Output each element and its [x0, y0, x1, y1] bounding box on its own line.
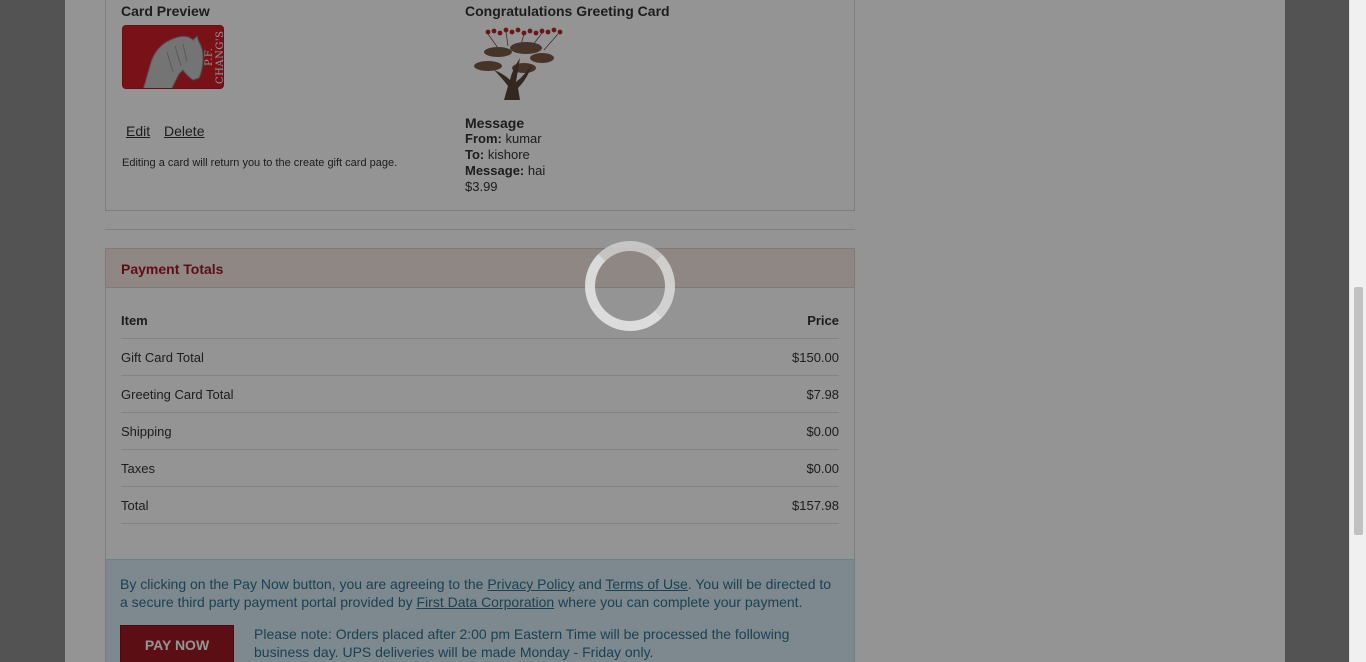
- privacy-policy-link[interactable]: Privacy Policy: [487, 576, 574, 592]
- from-label: From:: [465, 131, 502, 146]
- card-brand-text: P.F. CHANG'S: [204, 30, 224, 84]
- greeting-card-title: Congratulations Greeting Card: [465, 3, 670, 19]
- table-row: Shipping $0.00: [121, 413, 839, 450]
- from-value: kumar: [505, 131, 542, 146]
- gift-card-image: P.F. CHANG'S: [122, 25, 224, 89]
- table-row: Total $157.98: [121, 487, 839, 524]
- payment-totals-header: Payment Totals: [105, 248, 855, 288]
- table-row: Gift Card Total $150.00: [121, 339, 839, 376]
- greeting-card-price: $3.99: [465, 179, 498, 194]
- row-item: Greeting Card Total: [121, 387, 234, 402]
- loading-spinner-icon: [585, 241, 675, 331]
- edit-note: Editing a card will return you to the cr…: [122, 157, 398, 169]
- row-item: Total: [121, 498, 149, 513]
- card-preview-title: Card Preview: [121, 3, 210, 19]
- item-column-header: Item: [121, 313, 148, 328]
- message-label: Message:: [465, 163, 525, 178]
- price-column-header: Price: [807, 313, 839, 328]
- bonsai-tree-icon: [474, 27, 563, 100]
- first-data-link[interactable]: First Data Corporation: [417, 594, 555, 610]
- payment-totals-table: Item Price Gift Card Total $150.00 Greet…: [121, 302, 839, 524]
- greeting-message-block: Message From: kumar To: kishore Message:…: [465, 115, 545, 195]
- row-item: Taxes: [121, 461, 155, 476]
- payment-totals-title: Payment Totals: [121, 261, 224, 277]
- table-row: Taxes $0.00: [121, 450, 839, 487]
- row-price: $0.00: [806, 461, 839, 476]
- page-scrollbar[interactable]: [1349, 0, 1366, 662]
- terms-of-use-link[interactable]: Terms of Use: [605, 576, 687, 592]
- row-item: Shipping: [121, 424, 172, 439]
- agreement-text-1: By clicking on the Pay Now button, you a…: [120, 576, 484, 592]
- table-row: Greeting Card Total $7.98: [121, 376, 839, 413]
- message-heading: Message: [465, 115, 525, 131]
- row-price: $150.00: [792, 350, 839, 365]
- row-price: $157.98: [792, 498, 839, 513]
- to-value: kishore: [487, 147, 530, 162]
- scrollbar-thumb[interactable]: [1354, 287, 1363, 535]
- table-header-row: Item Price: [121, 302, 839, 339]
- agreement-text-4: where you can complete your payment.: [558, 594, 803, 610]
- order-cutoff-note: Please note: Orders placed after 2:00 pm…: [254, 626, 790, 660]
- card-actions: Edit Delete: [126, 123, 214, 139]
- to-label: To:: [465, 147, 485, 162]
- agreement-text-2: and: [578, 576, 602, 592]
- message-line: Message: hai: [465, 163, 545, 179]
- payment-info-panel: By clicking on the Pay Now button, you a…: [105, 559, 855, 662]
- row-price: $7.98: [806, 387, 839, 402]
- to-line: To: kishore: [465, 147, 545, 163]
- pay-now-button[interactable]: PAY NOW: [120, 625, 234, 662]
- message-value: hai: [527, 163, 546, 178]
- row-price: $0.00: [806, 424, 839, 439]
- payment-agreement-text: By clicking on the Pay Now button, you a…: [120, 575, 840, 611]
- delete-card-link[interactable]: Delete: [164, 123, 204, 139]
- section-divider: [105, 229, 855, 230]
- row-item: Gift Card Total: [121, 350, 204, 365]
- from-line: From: kumar: [465, 131, 545, 147]
- edit-card-link[interactable]: Edit: [126, 123, 150, 139]
